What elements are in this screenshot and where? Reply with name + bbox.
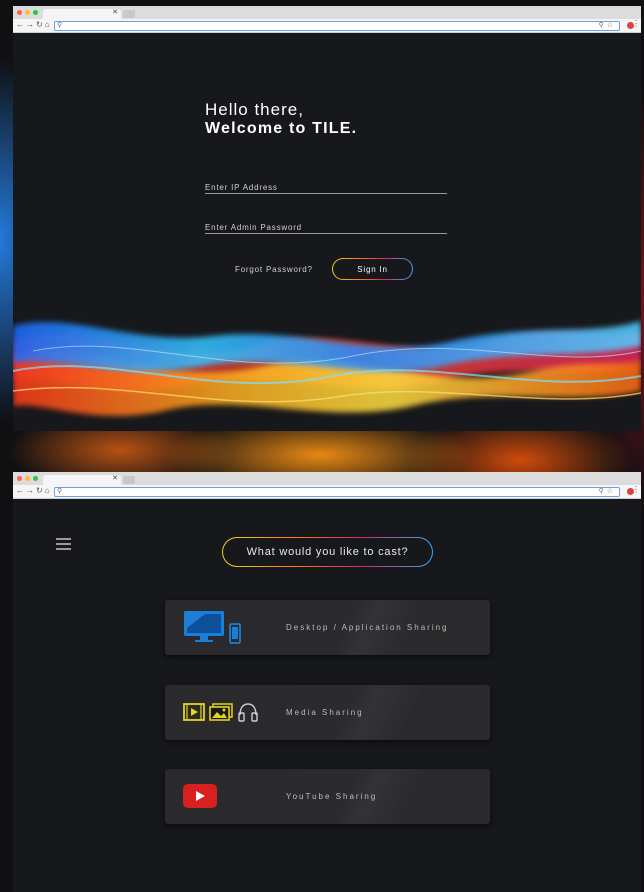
cast-browser-window: ✕ ←→↻⌂ ⚲ ⚲☆ ⋮ What would you like to cas…	[13, 472, 641, 892]
desktop-sharing-card[interactable]: Desktop / Application Sharing	[165, 600, 490, 655]
window-controls	[17, 476, 38, 481]
youtube-sharing-card[interactable]: YouTube Sharing	[165, 769, 490, 824]
close-window-button[interactable]	[17, 10, 22, 15]
new-tab-button[interactable]	[123, 10, 135, 18]
video-icon	[183, 703, 205, 721]
search-icon: ⚲	[57, 488, 63, 495]
smoke-graphic	[13, 321, 641, 416]
close-window-button[interactable]	[17, 476, 22, 481]
close-icon[interactable]: ✕	[112, 474, 118, 482]
sign-in-button[interactable]: Sign In	[332, 258, 413, 280]
browser-menu-icon[interactable]: ⋮	[632, 19, 640, 28]
youtube-sharing-label: YouTube Sharing	[286, 792, 378, 801]
media-sharing-card[interactable]: Media Sharing	[165, 685, 490, 740]
admin-password-field	[205, 217, 447, 234]
ip-address-field	[205, 177, 447, 194]
close-icon[interactable]: ✕	[112, 8, 118, 16]
browser-menu-icon[interactable]: ⋮	[632, 485, 640, 494]
ip-address-input[interactable]	[205, 183, 447, 192]
admin-password-input[interactable]	[205, 223, 447, 232]
nav-buttons[interactable]: ←→↻⌂	[16, 20, 52, 29]
welcome-heading: Welcome to TILE.	[205, 120, 358, 137]
search-icon: ⚲	[57, 22, 63, 29]
new-tab-button[interactable]	[123, 476, 135, 484]
headphones-icon	[238, 703, 258, 722]
zoom-star-icons[interactable]: ⚲☆	[599, 487, 616, 495]
browser-toolbar: ←→↻⌂ ⚲ ⚲☆ ⋮	[13, 485, 641, 499]
image-icon	[209, 703, 233, 721]
cast-page: What would you like to cast? Desktop / A…	[13, 499, 641, 892]
media-icons	[183, 695, 259, 729]
minimize-window-button[interactable]	[25, 476, 30, 481]
browser-tab[interactable]: ✕	[43, 475, 121, 485]
media-sharing-label: Media Sharing	[286, 708, 364, 717]
youtube-icon	[183, 779, 217, 813]
forgot-password-link[interactable]: Forgot Password?	[235, 265, 313, 274]
login-page: Hello there, Welcome to TILE. Forgot Pas…	[13, 33, 641, 431]
cast-prompt: What would you like to cast?	[222, 537, 433, 567]
address-bar[interactable]: ⚲ ⚲☆	[54, 21, 620, 31]
hamburger-menu-icon[interactable]	[56, 538, 71, 553]
window-controls	[17, 10, 38, 15]
browser-tab[interactable]: ✕	[43, 9, 121, 19]
zoom-star-icons[interactable]: ⚲☆	[599, 21, 616, 29]
browser-tab-strip: ✕	[13, 472, 641, 485]
maximize-window-button[interactable]	[33, 476, 38, 481]
browser-toolbar: ←→↻⌂ ⚲ ⚲☆ ⋮	[13, 19, 641, 33]
address-bar[interactable]: ⚲ ⚲☆	[54, 487, 620, 497]
maximize-window-button[interactable]	[33, 10, 38, 15]
greeting-text: Hello there,	[205, 100, 304, 119]
nav-buttons[interactable]: ←→↻⌂	[16, 486, 52, 495]
minimize-window-button[interactable]	[25, 10, 30, 15]
browser-tab-strip: ✕	[13, 6, 641, 19]
login-browser-window: ✕ ←→↻⌂ ⚲ ⚲☆ ⋮ Hello there, Welcome to TI…	[13, 6, 641, 431]
monitor-phone-icon	[183, 610, 241, 644]
desktop-sharing-label: Desktop / Application Sharing	[286, 623, 449, 632]
